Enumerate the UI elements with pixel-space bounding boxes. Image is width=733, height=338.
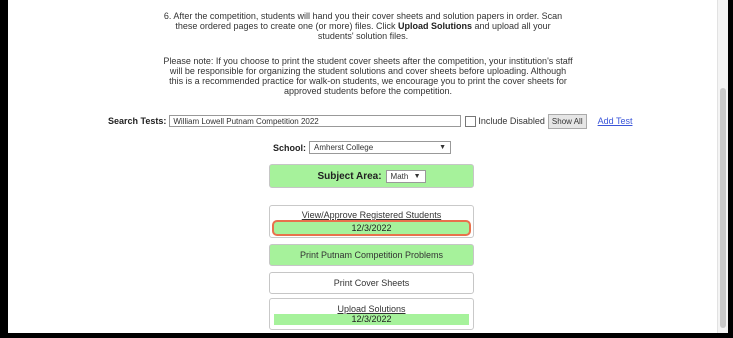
include-disabled-checkbox[interactable]: [465, 115, 477, 127]
page-content: 6. After the competition, students will …: [8, 0, 717, 333]
step6-line2-prefix: these ordered pages to create one (or mo…: [175, 21, 399, 31]
subject-selected-value: Math: [390, 171, 409, 181]
school-selected-value: Amherst College: [314, 143, 374, 152]
school-row: School: Amherst College ▼: [273, 141, 451, 154]
step6-line1: 6. After the competition, students will …: [163, 11, 563, 21]
chevron-down-icon: ▼: [439, 144, 446, 151]
subject-area-select[interactable]: Math ▼: [385, 169, 426, 183]
note-line2: will be responsible for organizing the s…: [169, 66, 567, 76]
upload-solutions-card: Upload Solutions 12/3/2022: [269, 298, 474, 330]
view-approve-card: View/Approve Registered Students 12/3/20…: [269, 205, 474, 238]
include-disabled-label: Include Disabled: [478, 116, 545, 126]
upload-solutions-link[interactable]: Upload Solutions: [270, 304, 473, 314]
note-line4: approved students before the competition…: [283, 86, 453, 96]
vertical-scrollbar[interactable]: [717, 0, 728, 333]
note-line1: Please note: If you choose to print the …: [163, 56, 573, 66]
upload-solutions-emphasis: Upload Solutions: [398, 21, 473, 31]
search-tests-input[interactable]: [169, 115, 462, 127]
step6-line3: students' solution files.: [317, 31, 409, 41]
school-label: School:: [273, 142, 306, 153]
scrollbar-thumb[interactable]: [720, 88, 726, 328]
step6-line2: these ordered pages to create one (or mo…: [138, 21, 588, 31]
view-approve-students-link[interactable]: View/Approve Registered Students: [270, 210, 473, 220]
instructions-note: Please note: If you choose to print the …: [128, 56, 608, 96]
search-tests-label: Search Tests:: [108, 116, 167, 126]
show-all-button[interactable]: Show All: [547, 113, 587, 129]
search-row: Search Tests: Include Disabled Show All …: [108, 113, 633, 129]
instructions-step6: 6. After the competition, students will …: [138, 11, 588, 41]
add-test-link[interactable]: Add Test: [598, 116, 633, 126]
view-approve-date: 12/3/2022: [272, 220, 471, 236]
subject-area-box: Subject Area: Math ▼: [269, 164, 474, 188]
print-cover-sheets-button[interactable]: Print Cover Sheets: [269, 272, 474, 294]
school-select[interactable]: Amherst College ▼: [309, 141, 451, 154]
print-problems-button[interactable]: Print Putnam Competition Problems: [269, 244, 474, 266]
upload-solutions-date: 12/3/2022: [274, 314, 469, 325]
subject-area-label: Subject Area:: [317, 170, 382, 182]
chevron-down-icon: ▼: [413, 172, 421, 180]
step6-line2-suffix: and upload all your: [472, 21, 551, 31]
note-line3: this is a recommended practice for walk-…: [169, 76, 567, 86]
